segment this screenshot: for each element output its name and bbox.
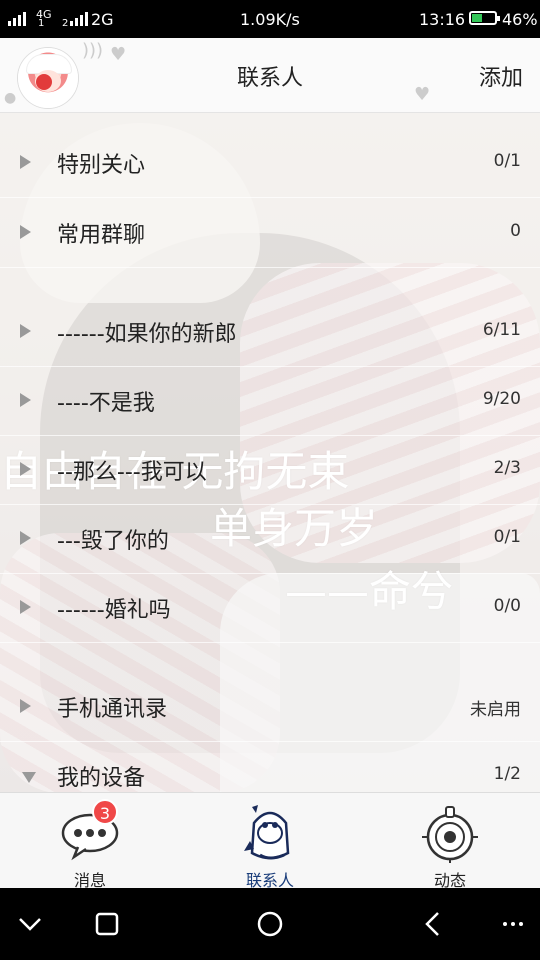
contact-group-list[interactable]: 自由自在 无拘无束 单身万岁 ——命兮 特别关心 0/1 常用群聊 0 ----… <box>0 113 540 792</box>
clock: 13:16 <box>419 10 466 29</box>
group-row-phone-contacts[interactable]: 手机通讯录 未启用 <box>0 673 540 742</box>
sim-1-label: 1 <box>38 18 45 29</box>
page-title: 联系人 <box>236 66 303 91</box>
group-row[interactable]: ----不是我 9/20 <box>0 367 540 436</box>
back-icon[interactable] <box>414 910 454 938</box>
group-count: 0 <box>510 221 521 241</box>
status-bar: 4G 1 2 2G 1.09K/s 13:16 46% <box>0 0 540 38</box>
contacts-penguin-icon <box>244 805 290 860</box>
hide-keyboard-icon[interactable] <box>10 910 50 938</box>
group-label: ----不是我 <box>57 391 155 416</box>
system-nav-bar <box>0 888 540 960</box>
group-label: 手机通讯录 <box>57 697 168 722</box>
collapse-arrow-icon <box>22 772 36 783</box>
expand-arrow-icon <box>20 462 31 476</box>
group-count: 6/11 <box>482 320 521 340</box>
signal-icon <box>8 10 26 26</box>
expand-arrow-icon <box>20 225 31 239</box>
group-row-special-care[interactable]: 特别关心 0/1 <box>0 129 540 198</box>
group-label: 特别关心 <box>57 153 146 178</box>
expand-arrow-icon <box>20 531 31 545</box>
expand-arrow-icon <box>20 600 31 614</box>
home-icon[interactable] <box>250 910 290 938</box>
group-row-frequent-chats[interactable]: 常用群聊 0 <box>0 199 540 268</box>
group-count: 9/20 <box>482 389 521 409</box>
group-count: 2/3 <box>493 458 521 478</box>
sound-wave-icon: ))) <box>82 40 104 61</box>
group-count: 未启用 <box>470 700 521 720</box>
group-count: 0/1 <box>493 151 521 171</box>
tab-messages[interactable]: 3 消息 <box>0 793 180 890</box>
battery-percent: 46% <box>502 10 538 29</box>
sim-2-label: 2 <box>62 18 69 29</box>
decor-dot-icon: ● <box>4 90 17 106</box>
expand-arrow-icon <box>20 324 31 338</box>
recents-icon[interactable] <box>87 910 127 938</box>
unread-badge: 3 <box>92 799 118 825</box>
network-speed: 1.09K/s <box>240 10 300 29</box>
add-button[interactable]: 添加 <box>479 60 523 92</box>
group-count: 1/2 <box>493 764 521 784</box>
group-row[interactable]: ------婚礼吗 0/0 <box>0 574 540 643</box>
network-type-2: 2G <box>91 10 114 29</box>
group-label: --那么---我可以 <box>57 460 207 485</box>
expand-arrow-icon <box>20 393 31 407</box>
header: ))) ♥ ● ♥ 联系人 添加 <box>0 38 540 113</box>
group-label: ------如果你的新郎 <box>57 322 237 347</box>
signal-icon <box>70 10 88 26</box>
group-row[interactable]: --那么---我可以 2/3 <box>0 436 540 505</box>
group-label: 常用群聊 <box>57 223 146 248</box>
menu-icon[interactable] <box>493 910 533 938</box>
group-row[interactable]: ------如果你的新郎 6/11 <box>0 298 540 367</box>
group-label: ------婚礼吗 <box>57 598 171 623</box>
dynamic-star-icon <box>422 806 478 863</box>
expand-arrow-icon <box>20 699 31 713</box>
group-label: 我的设备 <box>57 766 146 791</box>
tab-contacts[interactable]: 联系人 <box>180 793 360 890</box>
group-label: ---毁了你的 <box>57 529 169 554</box>
expand-arrow-icon <box>20 155 31 169</box>
bottom-tab-bar: 3 消息 联系人 动态 <box>0 792 540 890</box>
tab-dynamic[interactable]: 动态 <box>360 793 540 890</box>
group-count: 0/0 <box>493 596 521 616</box>
battery-icon <box>469 11 500 25</box>
group-row[interactable]: ---毁了你的 0/1 <box>0 505 540 574</box>
group-row-my-devices[interactable]: 我的设备 1/2 <box>0 742 540 792</box>
group-count: 0/1 <box>493 527 521 547</box>
